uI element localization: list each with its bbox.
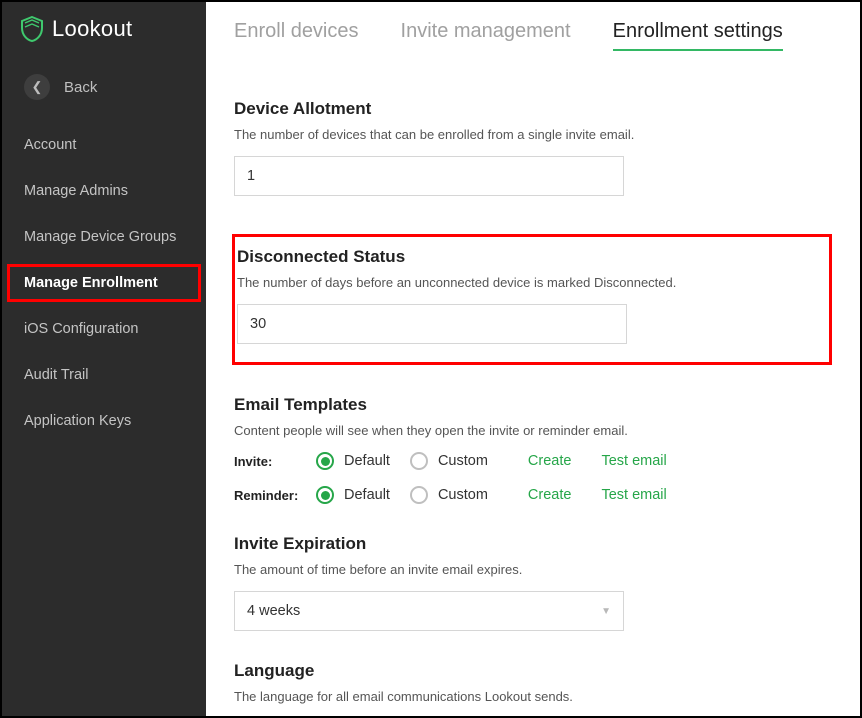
sidebar-item-manage-enrollment[interactable]: Manage Enrollment [2,260,206,306]
device-allotment-title: Device Allotment [234,99,832,119]
section-device-allotment: Device Allotment The number of devices t… [234,99,832,196]
sidebar-item-account[interactable]: Account [2,122,206,168]
back-button[interactable]: ❮ Back [2,60,206,122]
invite-create-link[interactable]: Create [528,453,572,469]
brand-name: Lookout [52,16,132,42]
tab-enrollment-settings[interactable]: Enrollment settings [613,20,783,51]
back-label: Back [64,79,97,96]
sidebar-item-ios-configuration[interactable]: iOS Configuration [2,306,206,352]
tab-invite-management[interactable]: Invite management [401,20,571,51]
tab-enroll-devices[interactable]: Enroll devices [234,20,359,51]
reminder-test-email-link[interactable]: Test email [601,487,666,503]
reminder-custom-label: Custom [438,487,488,503]
sidebar-item-manage-admins[interactable]: Manage Admins [2,168,206,214]
reminder-default-radio[interactable] [316,486,334,504]
device-allotment-input[interactable] [234,156,624,196]
language-title: Language [234,661,832,681]
reminder-create-link[interactable]: Create [528,487,572,503]
disconnected-title: Disconnected Status [237,247,813,267]
email-templates-desc: Content people will see when they open t… [234,423,832,438]
back-chevron-icon: ❮ [24,74,50,100]
invite-default-label: Default [344,453,390,469]
invite-expiration-desc: The amount of time before an invite emai… [234,562,832,577]
disconnected-desc: The number of days before an unconnected… [237,275,813,290]
reminder-template-row: Reminder: Default Custom Create Test ema… [234,486,832,504]
tab-bar: Enroll devices Invite management Enrollm… [234,2,832,61]
reminder-custom-radio[interactable] [410,486,428,504]
reminder-row-label: Reminder: [234,488,306,503]
email-templates-title: Email Templates [234,395,832,415]
reminder-default-label: Default [344,487,390,503]
invite-row-label: Invite: [234,454,306,469]
section-email-templates: Email Templates Content people will see … [234,395,832,504]
disconnected-input[interactable] [237,304,627,344]
shield-icon [20,16,44,42]
language-desc: The language for all email communication… [234,689,832,704]
sidebar: Lookout ❮ Back Account Manage Admins Man… [2,2,206,716]
device-allotment-desc: The number of devices that can be enroll… [234,127,832,142]
sidebar-item-audit-trail[interactable]: Audit Trail [2,352,206,398]
brand-logo: Lookout [2,2,206,60]
section-language: Language The language for all email comm… [234,661,832,716]
invite-expiration-select[interactable]: 4 weeks ▼ [234,591,624,631]
invite-custom-label: Custom [438,453,488,469]
invite-test-email-link[interactable]: Test email [601,453,666,469]
invite-default-radio[interactable] [316,452,334,470]
invite-expiration-title: Invite Expiration [234,534,832,554]
section-invite-expiration: Invite Expiration The amount of time bef… [234,534,832,631]
main-content: Enroll devices Invite management Enrollm… [206,2,860,716]
invite-expiration-value: 4 weeks [247,603,300,619]
sidebar-item-manage-device-groups[interactable]: Manage Device Groups [2,214,206,260]
caret-down-icon: ▼ [601,606,611,617]
invite-template-row: Invite: Default Custom Create Test email [234,452,832,470]
section-disconnected-status: Disconnected Status The number of days b… [232,234,832,365]
invite-custom-radio[interactable] [410,452,428,470]
sidebar-item-application-keys[interactable]: Application Keys [2,398,206,444]
